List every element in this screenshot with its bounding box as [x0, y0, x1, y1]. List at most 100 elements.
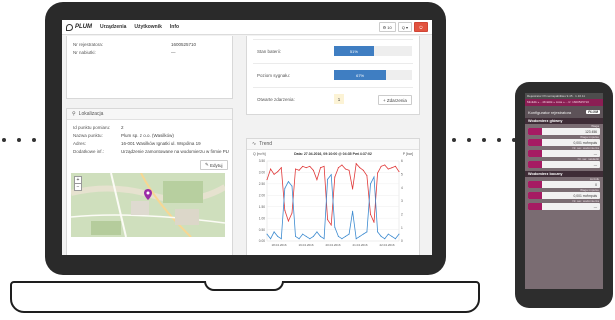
row-value: 16-001 Wasilków Ignatki ul. Wspólna 19 — [121, 141, 201, 146]
phone-field-input[interactable]: 0,001 m³/impuls — [528, 192, 600, 199]
phone-header-title: Konfigurator rejestratora — [528, 109, 572, 115]
phone-field-tag — [528, 128, 542, 135]
power-icon: ⏻ — [419, 24, 423, 30]
chart-right-axis-label: P [bar] — [402, 152, 413, 156]
data-point — [298, 169, 300, 171]
nav-item-user[interactable]: Użytkownik — [134, 24, 162, 30]
data-point — [334, 176, 336, 178]
edit-location-button[interactable]: ✎ Edytuj — [200, 160, 228, 170]
chart-title: Data: 27.04.2016, 09:10:00 @ 04:35 Pwt 4… — [294, 152, 372, 156]
data-point — [302, 165, 304, 167]
data-point — [327, 219, 329, 221]
y-tick-label: 1.50 — [259, 205, 265, 209]
data-point — [355, 163, 357, 165]
phone-field-input[interactable]: — — [528, 203, 600, 210]
row-label: Nr rejestratora: — [73, 42, 104, 47]
trend-chart[interactable]: 3.50 3.00 2.50 2.00 1.50 1.00 0.50 0.00 6 5 4 3 2 1 0 1… — [247, 157, 419, 255]
phone-breadcrumb[interactable]: Miniklik » ...Miniklik » Lista » ...rz: … — [525, 99, 603, 106]
data-point — [298, 238, 300, 240]
location-panel-title: Lokalizacja — [78, 111, 104, 117]
row-value: Urządzenie zamontowane na wodomierzu w f… — [121, 149, 229, 154]
data-point — [337, 167, 339, 169]
row-label: Nr nabiutki: — [73, 50, 96, 55]
device-row-overlay: Nr nabiutki: — — [73, 50, 176, 55]
battery-row: Stan baterii: 51% — [257, 45, 412, 57]
y-tick-label: 0.50 — [259, 228, 265, 232]
search-button[interactable]: Q ▾ — [397, 22, 412, 32]
data-point — [373, 176, 375, 178]
data-point — [344, 235, 346, 237]
data-point — [334, 226, 336, 228]
connector-dots-right — [452, 138, 516, 142]
x-tick-label: 20.04.2016 — [325, 243, 340, 247]
row-label: Id punktu pomiaru: — [73, 125, 111, 130]
alarms-count-badge: 1 — [334, 94, 344, 104]
data-point — [277, 171, 279, 173]
trend-panel-title: Trend — [259, 141, 273, 147]
data-point — [266, 179, 268, 181]
data-point — [273, 231, 275, 233]
data-point — [384, 164, 386, 166]
chart-line-icon: ∿ — [252, 141, 257, 147]
map-pin-icon[interactable] — [144, 189, 152, 200]
brand-logo[interactable]: PLUM — [66, 23, 92, 31]
notifications-button[interactable]: ⚙ 10 — [378, 22, 396, 32]
phone-field-tag — [528, 139, 542, 146]
y2-tick-label: 4 — [401, 186, 403, 190]
data-point — [316, 179, 318, 181]
data-point — [291, 185, 293, 187]
phone-field-input[interactable]: 0 — [528, 181, 600, 188]
row-label: Adres: — [73, 141, 87, 146]
data-point — [387, 233, 389, 235]
notification-count: 10 — [387, 24, 392, 30]
phone-field-input[interactable]: 0,001 m³/impuls — [528, 139, 600, 146]
map-marker-icon: ⚲ — [72, 111, 76, 117]
data-point — [305, 235, 307, 237]
battery-label: Stan baterii: — [257, 48, 282, 54]
row-value: 2 — [121, 125, 124, 130]
y2-tick-label: 5 — [401, 173, 403, 177]
phone-screen: Rejestrator PrimeCapabilities 9.45 · 1.1… — [525, 93, 603, 289]
signal-progress-fill: 67% — [334, 70, 387, 80]
data-point — [398, 171, 400, 173]
trend-chart-area: Q [m³/h] Data: 27.04.2016, 09:10:00 @ 04… — [247, 149, 419, 255]
phone-field-input[interactable]: — — [528, 150, 600, 157]
phone-field-value: 0 — [595, 182, 597, 187]
zoom-out-button[interactable]: − — [75, 183, 81, 190]
data-point — [369, 213, 371, 215]
y-tick-label: 2.50 — [259, 182, 265, 186]
plum-logo-icon — [66, 23, 73, 31]
device-mockup: PLUM Urządzenia Użytkownik Info ⚙ 10 Q ▾… — [0, 0, 615, 320]
phone-field-input[interactable]: 123 456 — [528, 128, 600, 135]
phone-field-value: 123 456 — [585, 129, 597, 134]
trend-panel: ∿ Trend Q [m³/h] Data: 27.04.2016, 09:10… — [246, 138, 420, 255]
logout-button[interactable]: ⏻ — [414, 22, 428, 32]
data-point — [323, 165, 325, 167]
row-value: — — [171, 50, 176, 55]
data-point — [320, 167, 322, 169]
location-map[interactable]: + − — [71, 173, 225, 237]
y2-tick-label: 0 — [401, 239, 403, 243]
phone-field-tag — [528, 181, 542, 188]
data-point — [316, 231, 318, 233]
data-point — [280, 238, 282, 240]
location-row-id: Id punktu pomiaru: 2 — [73, 125, 124, 130]
data-point — [337, 235, 339, 237]
phone-field-input[interactable]: — — [528, 161, 600, 168]
laptop-screen: PLUM Urządzenia Użytkownik Info ⚙ 10 Q ▾… — [62, 20, 432, 255]
nav-item-devices[interactable]: Urządzenia — [100, 24, 126, 30]
data-point — [280, 167, 282, 169]
device-info-panel: Nr rejestratora: 1600525710 Nr nabiutki:… — [66, 36, 233, 99]
location-name-link[interactable]: Plum sp. z o.o. (Wasilków) — [121, 133, 174, 138]
app-navbar: PLUM Urządzenia Użytkownik Info ⚙ 10 Q ▾… — [62, 20, 432, 35]
data-point — [330, 174, 332, 176]
y2-tick-label: 3 — [401, 199, 403, 203]
add-event-button[interactable]: + Zdarzenia — [378, 95, 412, 105]
y-tick-label: 1.00 — [259, 216, 265, 220]
signal-row: Poziom sygnału: 67% — [257, 69, 412, 81]
data-point — [398, 233, 400, 235]
data-point — [380, 165, 382, 167]
nav-item-info[interactable]: Info — [170, 24, 179, 30]
phone-field-tag — [528, 192, 542, 199]
data-point — [341, 164, 343, 166]
